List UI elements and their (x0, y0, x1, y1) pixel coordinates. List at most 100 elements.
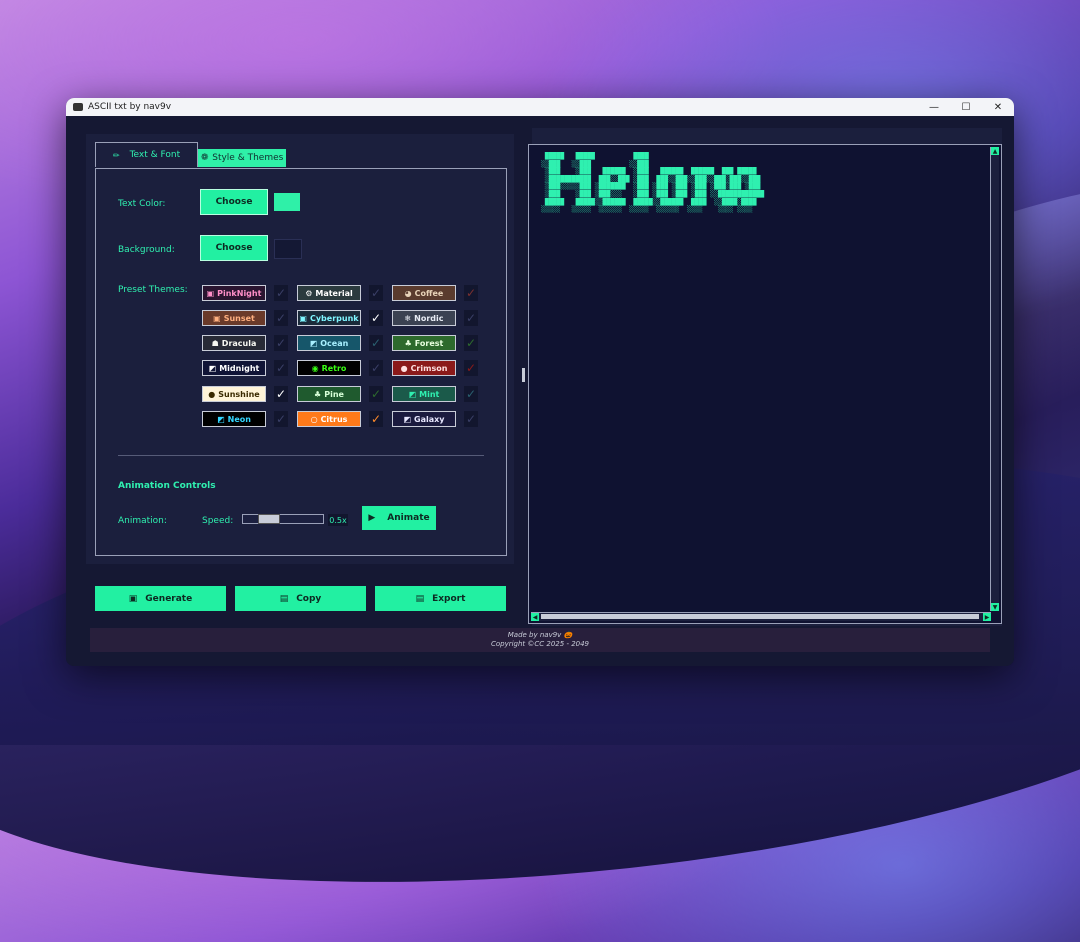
app-icon (73, 103, 83, 111)
theme-checkbox-sunshine[interactable]: ✓ (274, 386, 288, 402)
theme-checkbox-crimson[interactable]: ✓ (464, 360, 478, 376)
maximize-button[interactable]: ☐ (950, 98, 982, 116)
scroll-left-icon[interactable]: ◀ (531, 613, 539, 621)
close-button[interactable]: ✕ (982, 98, 1014, 116)
theme-label: Sunshine (218, 389, 260, 399)
theme-button-material[interactable]: ⚙ Material (297, 285, 361, 301)
minimize-button[interactable]: — (918, 98, 950, 116)
copy-icon: ▤ (279, 593, 289, 604)
theme-checkbox-material[interactable]: ✓ (369, 285, 383, 301)
theme-icon: ♣ (314, 389, 322, 399)
app-content: ✏ Text & Font ❁ Style & Themes Text Colo… (66, 116, 1014, 666)
theme-icon: ❄ (404, 313, 412, 323)
copy-button[interactable]: ▤ Copy (235, 586, 366, 611)
window-title: ASCII txt by nav9v (88, 102, 172, 112)
theme-checkbox-pinknight[interactable]: ✓ (274, 285, 288, 301)
copy-button-label: Copy (296, 593, 322, 604)
theme-button-sunset[interactable]: ▣ Sunset (202, 310, 266, 326)
speed-value: 0.5x (328, 514, 348, 526)
theme-button-cyberpunk[interactable]: ▣ Cyberpunk (297, 310, 361, 326)
vertical-scrollbar[interactable]: ▲ ▼ (990, 147, 999, 611)
theme-button-nordic[interactable]: ❄ Nordic (392, 310, 456, 326)
theme-button-pine[interactable]: ♣ Pine (297, 386, 361, 402)
scroll-up-icon[interactable]: ▲ (991, 147, 999, 155)
theme-button-ocean[interactable]: ◩ Ocean (297, 335, 361, 351)
theme-checkbox-cyberpunk[interactable]: ✓ (369, 310, 383, 326)
theme-icon: ◩ (309, 338, 318, 348)
theme-icon: ● (400, 363, 408, 373)
theme-label: Crimson (410, 363, 448, 373)
horizontal-scrollbar[interactable]: ◀ ▶ (531, 612, 991, 621)
generate-button[interactable]: ▣ Generate (95, 586, 226, 611)
theme-checkbox-citrus[interactable]: ✓ (369, 411, 383, 427)
generate-icon: ▣ (128, 593, 138, 604)
theme-label: Material (315, 288, 353, 298)
theme-label: Cyberpunk (309, 313, 359, 323)
panel-splitter[interactable] (522, 368, 525, 382)
theme-checkbox-neon[interactable]: ✓ (274, 411, 288, 427)
theme-checkbox-dracula[interactable]: ✓ (274, 335, 288, 351)
theme-button-pinknight[interactable]: ▣ PinkNight (202, 285, 266, 301)
theme-checkbox-forest[interactable]: ✓ (464, 335, 478, 351)
theme-button-midnight[interactable]: ◩ Midnight (202, 360, 266, 376)
tab-style-themes-label: Style & Themes (212, 153, 284, 163)
theme-checkbox-retro[interactable]: ✓ (369, 360, 383, 376)
theme-icon: ◉ (311, 363, 319, 373)
text-color-choose-button[interactable]: Choose (200, 189, 268, 215)
theme-button-crimson[interactable]: ● Crimson (392, 360, 456, 376)
theme-button-galaxy[interactable]: ◩ Galaxy (392, 411, 456, 427)
speed-slider-thumb[interactable] (258, 514, 280, 524)
animate-button[interactable]: ▶ Animate (362, 506, 436, 530)
theme-label: Galaxy (414, 414, 445, 424)
theme-icon: ☗ (211, 338, 219, 348)
theme-button-sunshine[interactable]: ● Sunshine (202, 386, 266, 402)
theme-button-forest[interactable]: ♣ Forest (392, 335, 456, 351)
export-button-label: Export (432, 593, 466, 604)
tab-style-themes[interactable]: ❁ Style & Themes (198, 149, 286, 167)
theme-button-dracula[interactable]: ☗ Dracula (202, 335, 266, 351)
style-themes-panel: Text Color: Choose Background: Choose Pr… (95, 168, 507, 556)
ascii-art-output: █████ █████ ████ ░░███ ░░███ ░░███ ░███ … (541, 152, 765, 214)
animate-button-label: Animate (387, 513, 430, 523)
theme-button-coffee[interactable]: ◕ Coffee (392, 285, 456, 301)
speed-slider[interactable] (242, 514, 324, 524)
theme-button-mint[interactable]: ◩ Mint (392, 386, 456, 402)
theme-checkbox-midnight[interactable]: ✓ (274, 360, 288, 376)
theme-button-citrus[interactable]: ○ Citrus (297, 411, 361, 427)
preset-themes-label: Preset Themes: (118, 285, 188, 295)
theme-icon: ▣ (213, 313, 221, 323)
theme-label: Dracula (221, 338, 257, 348)
theme-label: Coffee (414, 288, 444, 298)
theme-checkbox-galaxy[interactable]: ✓ (464, 411, 478, 427)
ascii-output-area[interactable]: █████ █████ ████ ░░███ ░░███ ░░███ ░███ … (528, 144, 1002, 624)
scroll-right-icon[interactable]: ▶ (983, 613, 991, 621)
theme-button-neon[interactable]: ◩ Neon (202, 411, 266, 427)
theme-label: Mint (419, 389, 440, 399)
theme-checkbox-ocean[interactable]: ✓ (369, 335, 383, 351)
text-color-swatch (274, 193, 300, 211)
theme-checkbox-pine[interactable]: ✓ (369, 386, 383, 402)
horizontal-scroll-thumb[interactable] (541, 614, 979, 619)
theme-checkbox-coffee[interactable]: ✓ (464, 285, 478, 301)
theme-button-retro[interactable]: ◉ Retro (297, 360, 361, 376)
theme-checkbox-nordic[interactable]: ✓ (464, 310, 478, 326)
theme-label: Retro (321, 363, 347, 373)
theme-icon: ◩ (217, 414, 225, 424)
background-choose-button[interactable]: Choose (200, 235, 268, 261)
theme-icon: ○ (310, 414, 318, 424)
theme-icon: ● (208, 389, 216, 399)
theme-label: Neon (227, 414, 251, 424)
theme-icon: ▣ (206, 288, 215, 298)
theme-label: PinkNight (217, 288, 262, 298)
scroll-down-icon[interactable]: ▼ (991, 603, 999, 611)
theme-checkbox-sunset[interactable]: ✓ (274, 310, 288, 326)
save-icon: ▤ (415, 593, 425, 604)
tab-text-font[interactable]: ✏ Text & Font (95, 142, 198, 167)
settings-panel: ✏ Text & Font ❁ Style & Themes Text Colo… (86, 134, 514, 564)
theme-icon: ♣ (404, 338, 412, 348)
export-button[interactable]: ▤ Export (375, 586, 506, 611)
theme-icon: ◩ (208, 363, 217, 373)
pencil-icon: ✏ (112, 150, 120, 160)
theme-checkbox-mint[interactable]: ✓ (464, 386, 478, 402)
generate-button-label: Generate (145, 593, 193, 604)
